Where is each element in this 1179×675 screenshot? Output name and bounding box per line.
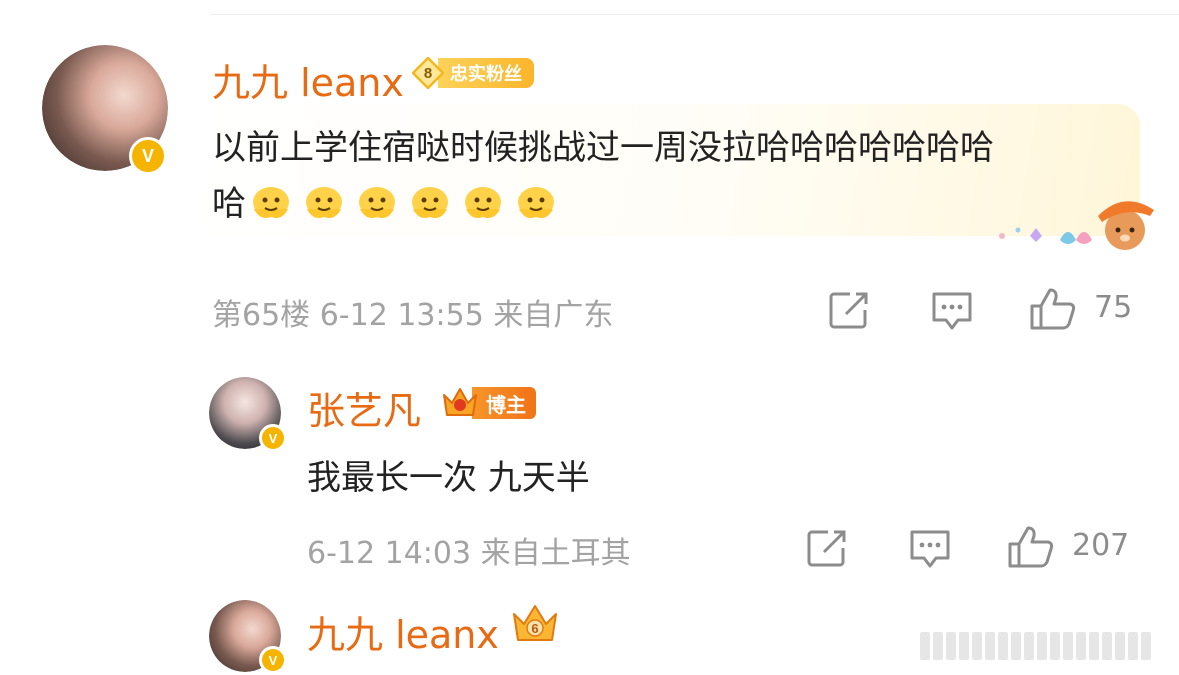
- comment-text-line2: 哈: [212, 176, 568, 225]
- verified-badge: V: [129, 137, 167, 175]
- share-icon[interactable]: [806, 528, 850, 568]
- fan-badge-label: 忠实粉丝: [438, 58, 534, 88]
- fan-level-icon: 8: [412, 57, 444, 89]
- scroll-progress-indicator: [920, 632, 1170, 660]
- melting-face-emoji: [303, 181, 345, 221]
- reply-text: 我最长一次 九天半: [307, 458, 590, 498]
- comment-icon[interactable]: [930, 290, 974, 332]
- reply-username[interactable]: 九九 leanx: [307, 604, 499, 659]
- fan-badge[interactable]: 8 忠实粉丝: [412, 56, 534, 90]
- top-divider: [210, 14, 1179, 15]
- comment-icon[interactable]: [908, 528, 952, 570]
- thumbs-up-icon[interactable]: [1028, 286, 1078, 332]
- melting-face-emoji: [250, 181, 292, 221]
- reply-username[interactable]: 张艺凡: [307, 380, 421, 435]
- comment-text-line1: 以前上学住宿哒时候挑战过一周没拉哈哈哈哈哈哈哈: [212, 128, 994, 168]
- share-icon[interactable]: [828, 290, 872, 330]
- comment-text-tail: 哈: [212, 184, 246, 224]
- melting-face-emoji: [515, 181, 557, 221]
- crown-icon: [443, 388, 477, 416]
- thumbs-up-icon[interactable]: [1006, 524, 1056, 570]
- comment-username[interactable]: 九九 leanx: [212, 52, 404, 107]
- comment-meta: 第65楼 6-12 13:55 来自广东: [212, 298, 614, 333]
- melting-face-emoji: [356, 181, 398, 221]
- blogger-badge-label: 博主: [472, 387, 536, 419]
- crown-level-icon[interactable]: 6: [508, 600, 562, 648]
- like-count: 207: [1072, 528, 1130, 563]
- verified-badge: V: [259, 424, 287, 452]
- like-count: 75: [1094, 290, 1133, 325]
- verified-badge: V: [259, 646, 287, 674]
- bubble-decoration-bear-icon: [999, 201, 1154, 250]
- reply-meta: 6-12 14:03 来自土耳其: [307, 536, 631, 571]
- melting-face-emoji: [409, 181, 451, 221]
- melting-face-emoji: [462, 181, 504, 221]
- blogger-badge[interactable]: 博主: [440, 383, 536, 423]
- crown-level-number: 6: [531, 621, 538, 636]
